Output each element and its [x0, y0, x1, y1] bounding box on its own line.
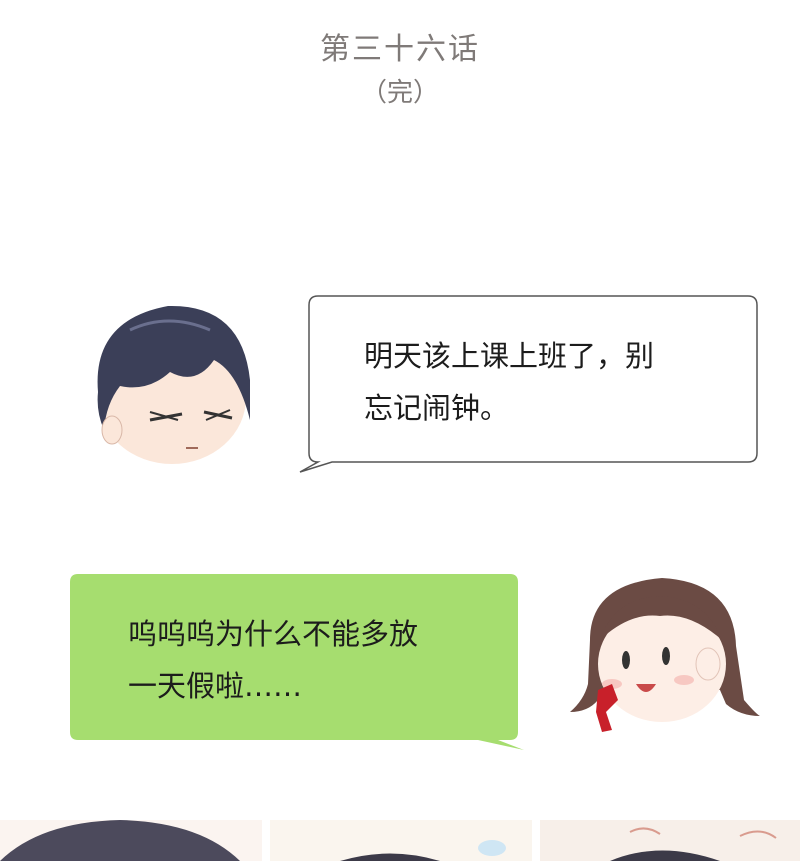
- girl-dialogue-line-1: 呜呜呜为什么不能多放: [128, 617, 419, 651]
- girl-avatar: [570, 578, 760, 732]
- boy-dialogue: 明天该上课上班了，别 忘记闹钟。: [364, 330, 654, 434]
- next-panel-strip: [0, 820, 800, 861]
- boy-dialogue-line-1: 明天该上课上班了，别: [364, 339, 655, 373]
- girl-dialogue-line-2: 一天假啦……: [128, 669, 303, 703]
- boy-dialogue-line-2: 忘记闹钟。: [364, 391, 510, 425]
- boy-avatar: [97, 305, 250, 464]
- girl-dialogue: 呜呜呜为什么不能多放 一天假啦……: [128, 608, 418, 712]
